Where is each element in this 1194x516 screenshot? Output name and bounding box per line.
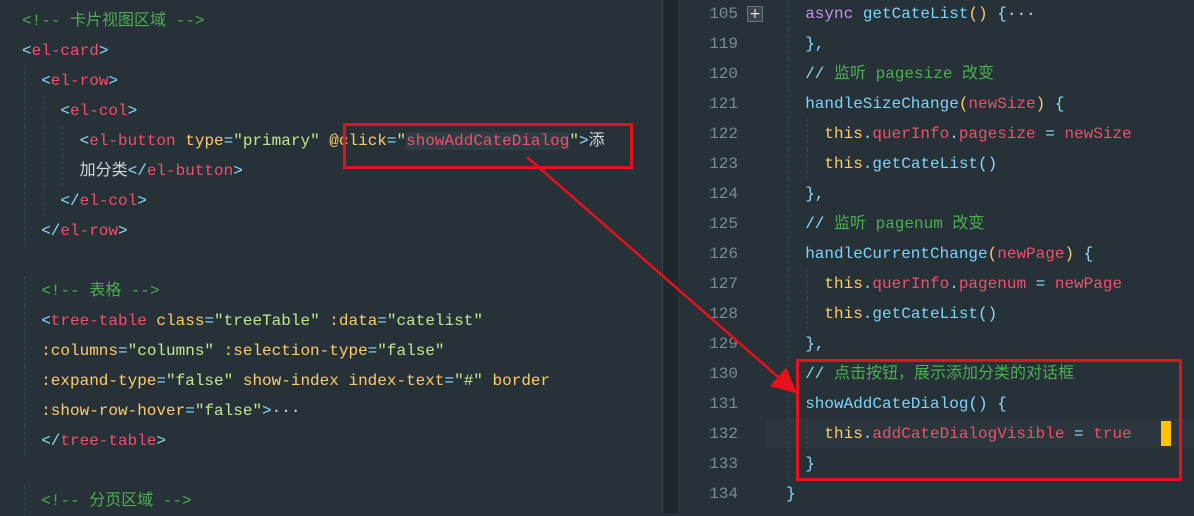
annotation-arrow xyxy=(526,156,797,394)
